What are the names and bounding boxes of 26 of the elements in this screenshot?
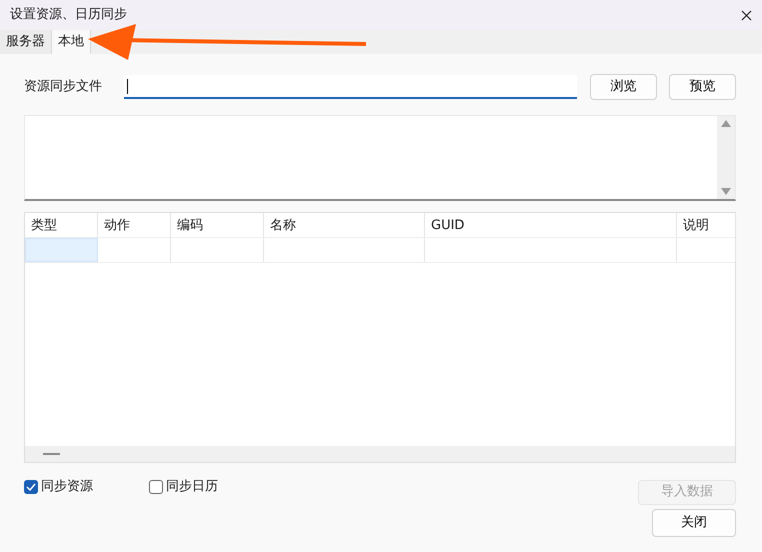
input-field[interactable] xyxy=(124,75,577,99)
checkbox[interactable]: 同步日历 xyxy=(149,477,218,497)
column-header[interactable]: GUID xyxy=(425,213,677,237)
column-header[interactable]: 说明 xyxy=(677,213,736,237)
column-header[interactable]: 类型 xyxy=(25,213,98,237)
tab[interactable]: 本地 xyxy=(52,30,91,54)
scroll-up-icon[interactable] xyxy=(721,120,731,127)
close-icon[interactable] xyxy=(741,10,752,20)
horizontal-scrollbar[interactable] xyxy=(25,446,735,462)
file-button[interactable]: 浏览 xyxy=(590,74,657,100)
close-button[interactable]: 关闭 xyxy=(652,509,736,537)
field-label: 资源同步文件 xyxy=(24,78,103,96)
column-header[interactable]: 编码 xyxy=(171,213,264,237)
window-title: 设置资源、日历同步 xyxy=(10,6,127,24)
data-grid[interactable]: 类型 动作 编码 名称 GUID 说明 xyxy=(24,212,736,463)
vertical-scrollbar[interactable] xyxy=(717,116,735,199)
checkbox[interactable]: 同步资源 xyxy=(24,477,93,497)
table-cell[interactable] xyxy=(25,238,98,262)
checkmark-icon xyxy=(26,483,36,491)
scroll-thumb-icon[interactable] xyxy=(43,453,60,455)
file-button[interactable]: 预览 xyxy=(669,74,736,100)
column-header[interactable]: 名称 xyxy=(264,213,425,237)
column-header[interactable]: 动作 xyxy=(98,213,171,237)
text-area[interactable] xyxy=(24,115,736,201)
tab[interactable]: 服务器 xyxy=(0,30,52,54)
scroll-down-icon[interactable] xyxy=(721,188,731,195)
